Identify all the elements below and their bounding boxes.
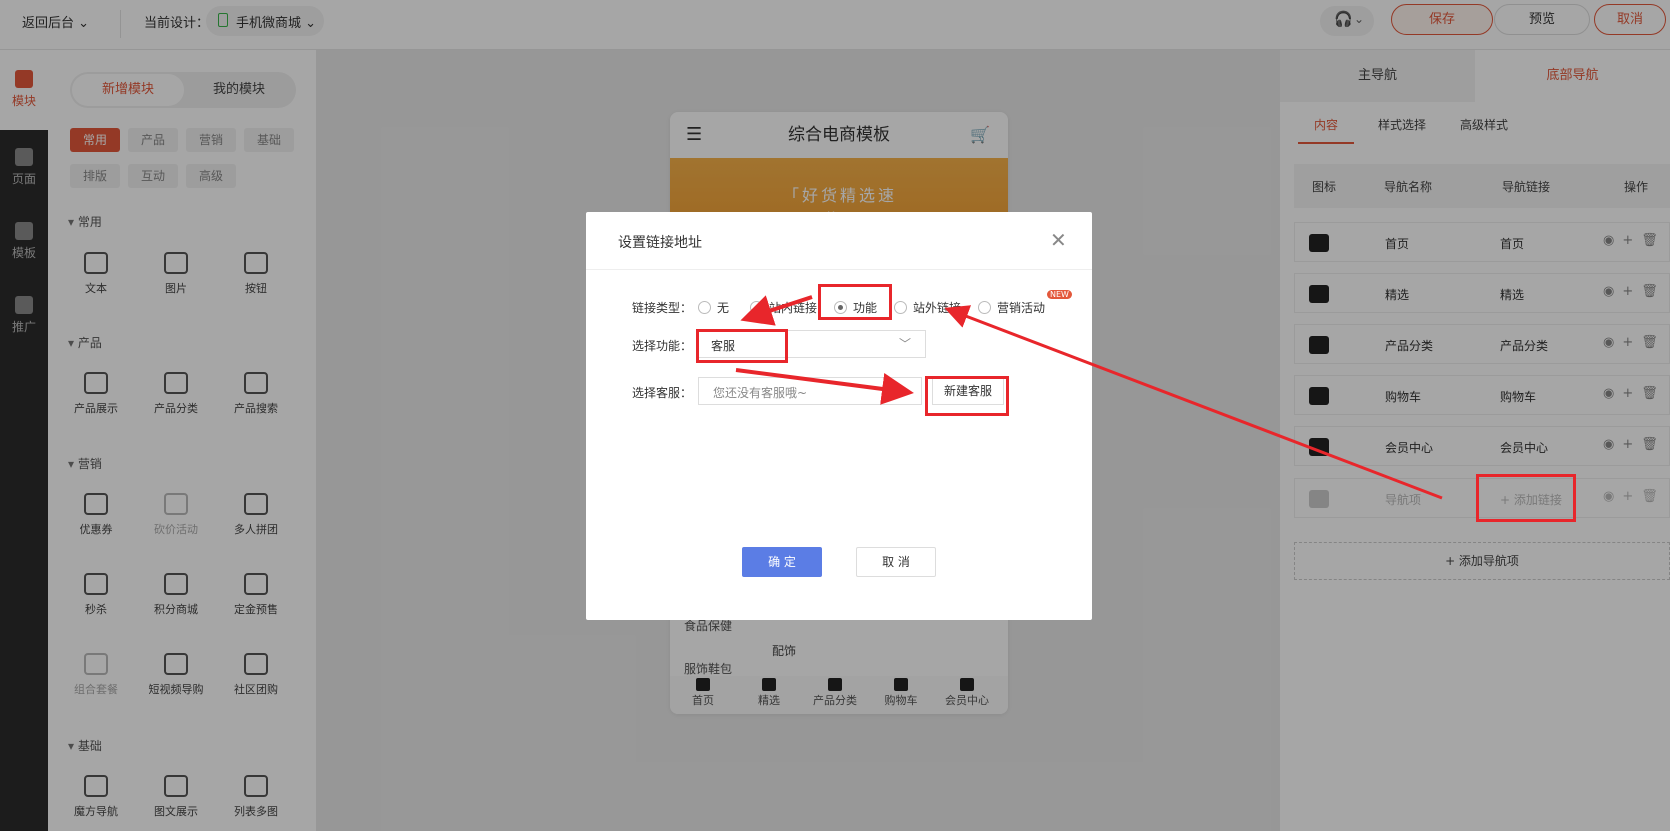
arrow-to-link-type: [944, 305, 1443, 500]
arrow-to-new-service: [735, 368, 914, 405]
arrow-to-function: [740, 295, 813, 326]
annotation-arrows: [735, 295, 1443, 500]
